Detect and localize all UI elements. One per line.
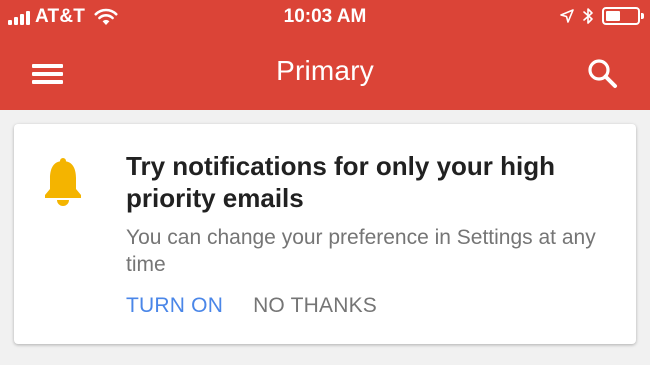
turn-on-button[interactable]: TURN ON [126, 294, 223, 318]
page-title: Primary [276, 55, 374, 86]
card-title: Try notifications for only your high pri… [126, 151, 556, 213]
status-bar: AT&T 10:03 AM [0, 0, 650, 36]
notification-prompt-card: Try notifications for only your high pri… [14, 124, 636, 344]
card-actions: TURN ON NO THANKS [126, 294, 377, 318]
bell-icon [45, 158, 81, 206]
bluetooth-icon [583, 8, 593, 24]
card-subtitle: You can change your preference in Settin… [126, 226, 596, 276]
status-time: 10:03 AM [283, 6, 367, 27]
location-arrow-icon [560, 9, 574, 23]
status-right [560, 7, 644, 25]
search-icon[interactable] [586, 57, 620, 91]
no-thanks-button[interactable]: NO THANKS [253, 294, 377, 318]
battery-icon [602, 7, 644, 25]
app-bar: AT&T 10:03 AM Primary [0, 0, 650, 110]
